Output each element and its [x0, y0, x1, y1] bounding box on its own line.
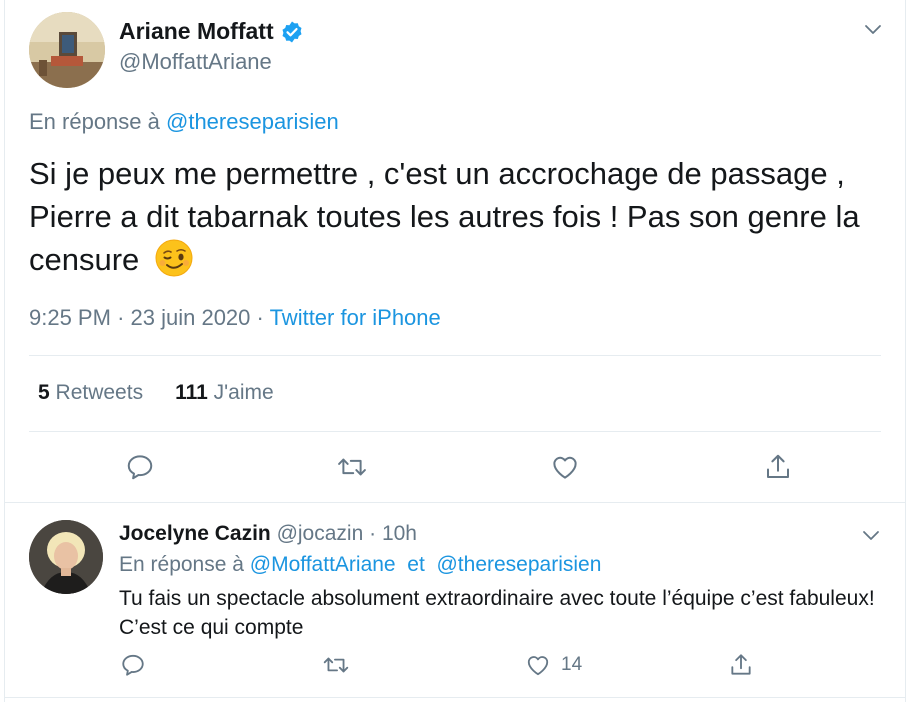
- reply-context: En réponse à @MoffattAriane et @theresep…: [119, 553, 601, 577]
- retweets-label: Retweets: [55, 381, 144, 404]
- share-icon: [767, 454, 789, 478]
- main-tweet: Ariane Moffatt @MoffattAriane En réponse…: [5, 0, 905, 503]
- tweet-meta: 9:25 PM · 23 juin 2020 · Twitter for iPh…: [29, 305, 441, 331]
- like-count: 14: [561, 654, 583, 675]
- chevron-down-icon[interactable]: [863, 20, 883, 40]
- divider: [29, 431, 881, 432]
- tweet-text: Si je peux me permettre , c'est un accro…: [29, 152, 879, 281]
- reply-tweet[interactable]: Jocelyne Cazin @jocazin · 10h En réponse…: [5, 504, 905, 698]
- reply-and-link[interactable]: et: [407, 553, 425, 576]
- reply-prefix: En réponse à: [119, 553, 244, 576]
- reply-to-link[interactable]: @MoffattAriane: [250, 553, 396, 576]
- reply-author-handle[interactable]: @jocazin: [277, 522, 364, 545]
- reply-button[interactable]: [123, 450, 157, 484]
- reply-author-avatar[interactable]: [29, 520, 103, 594]
- heart-icon: [553, 456, 577, 479]
- tweet-stats: 5 Retweets 111 J'aime: [38, 381, 274, 405]
- timeline-frame: Ariane Moffatt @MoffattAriane En réponse…: [4, 0, 906, 702]
- reply-time[interactable]: 10h: [382, 522, 417, 545]
- likes-count: 111: [175, 381, 208, 404]
- chevron-down-icon[interactable]: [861, 526, 881, 546]
- meta-dot: ·: [256, 305, 264, 330]
- likes-stat[interactable]: 111 J'aime: [175, 381, 274, 405]
- author-name-text[interactable]: Ariane Moffatt: [119, 18, 274, 45]
- retweets-count: 5: [38, 381, 50, 404]
- verified-badge-icon: [280, 20, 304, 44]
- comment-icon: [122, 654, 144, 676]
- winking-face-emoji-icon: [154, 238, 194, 278]
- reply-context: En réponse à @thereseparisien: [29, 109, 339, 135]
- retweet-button[interactable]: [321, 651, 351, 679]
- share-button[interactable]: [761, 450, 795, 484]
- author-handle[interactable]: @MoffattAriane: [119, 49, 272, 75]
- comment-icon: [127, 455, 153, 480]
- meta-dot: ·: [117, 305, 125, 330]
- divider: [29, 355, 881, 356]
- reply-button[interactable]: [119, 651, 147, 679]
- like-button[interactable]: 14: [525, 651, 582, 679]
- tweet-time[interactable]: 9:25 PM: [29, 305, 111, 330]
- reply-header: Jocelyne Cazin @jocazin · 10h: [119, 522, 417, 546]
- retweet-button[interactable]: [335, 450, 369, 484]
- reply-author-name[interactable]: Jocelyne Cazin: [119, 522, 271, 545]
- reply-to-link[interactable]: @thereseparisien: [436, 553, 601, 576]
- reply-text: Tu fais un spectacle absolument extraord…: [119, 587, 875, 639]
- tweet-date[interactable]: 23 juin 2020: [131, 305, 251, 330]
- share-icon: [731, 654, 751, 675]
- retweet-icon: [323, 657, 349, 673]
- retweet-icon: [338, 458, 366, 476]
- reply-prefix: En réponse à: [29, 109, 160, 134]
- author-name[interactable]: Ariane Moffatt: [119, 18, 304, 45]
- like-button[interactable]: [548, 450, 582, 484]
- header-dot: ·: [369, 522, 377, 545]
- author-avatar[interactable]: [29, 12, 105, 88]
- likes-label: J'aime: [213, 381, 274, 404]
- tweet-source-link[interactable]: Twitter for iPhone: [270, 305, 441, 330]
- retweets-stat[interactable]: 5 Retweets: [38, 381, 143, 405]
- heart-icon: [527, 656, 549, 676]
- reply-to-link[interactable]: @thereseparisien: [166, 109, 339, 134]
- share-button[interactable]: [727, 651, 755, 679]
